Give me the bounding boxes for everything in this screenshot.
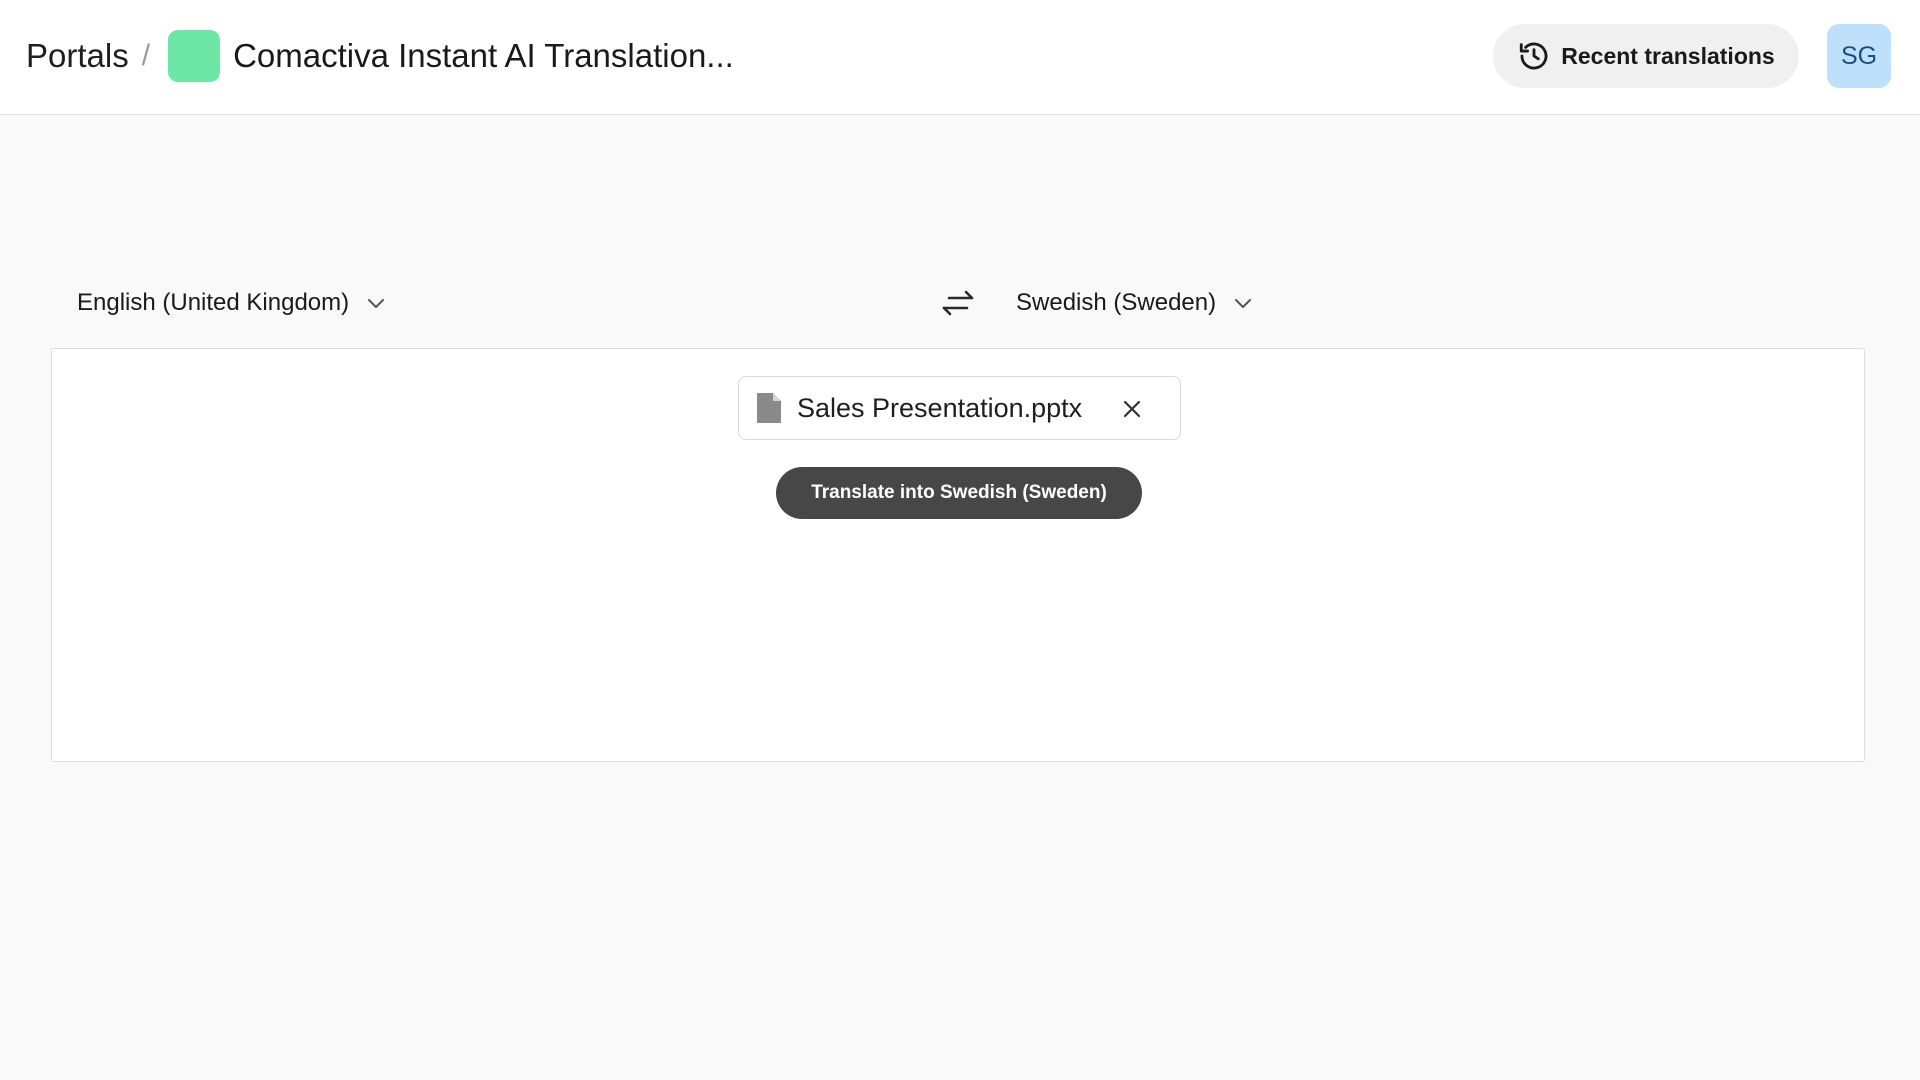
document-icon [757, 393, 781, 423]
history-icon [1520, 42, 1548, 70]
target-language-select[interactable]: Swedish (Sweden) [1016, 282, 1255, 324]
portal-color-swatch [168, 30, 221, 82]
swap-languages-icon[interactable] [940, 287, 976, 319]
recent-translations-button[interactable]: Recent translations [1493, 24, 1799, 88]
recent-translations-label: Recent translations [1561, 42, 1775, 69]
page-title: Comactiva Instant AI Translation... [233, 37, 734, 74]
file-name: Sales Presentation.pptx [797, 392, 1083, 423]
user-avatar[interactable]: SG [1827, 24, 1891, 88]
top-header: Portals / Comactiva Instant AI Translati… [0, 0, 1920, 115]
close-icon[interactable] [1120, 397, 1144, 421]
translate-button[interactable]: Translate into Swedish (Sweden) [776, 467, 1142, 519]
source-language-select[interactable]: English (United Kingdom) [77, 282, 388, 324]
chevron-down-icon [368, 299, 385, 308]
breadcrumb-separator: / [141, 39, 151, 72]
chevron-down-icon [1235, 299, 1252, 308]
source-language-label: English (United Kingdom) [77, 289, 350, 316]
breadcrumb: Portals / Comactiva Instant AI Translati… [26, 28, 734, 84]
target-language-label: Swedish (Sweden) [1016, 289, 1217, 316]
breadcrumb-portals-link[interactable]: Portals [26, 37, 129, 75]
translation-panel: Sales Presentation.pptx Translate into S… [51, 348, 1865, 762]
uploaded-file-chip: Sales Presentation.pptx [738, 376, 1181, 440]
